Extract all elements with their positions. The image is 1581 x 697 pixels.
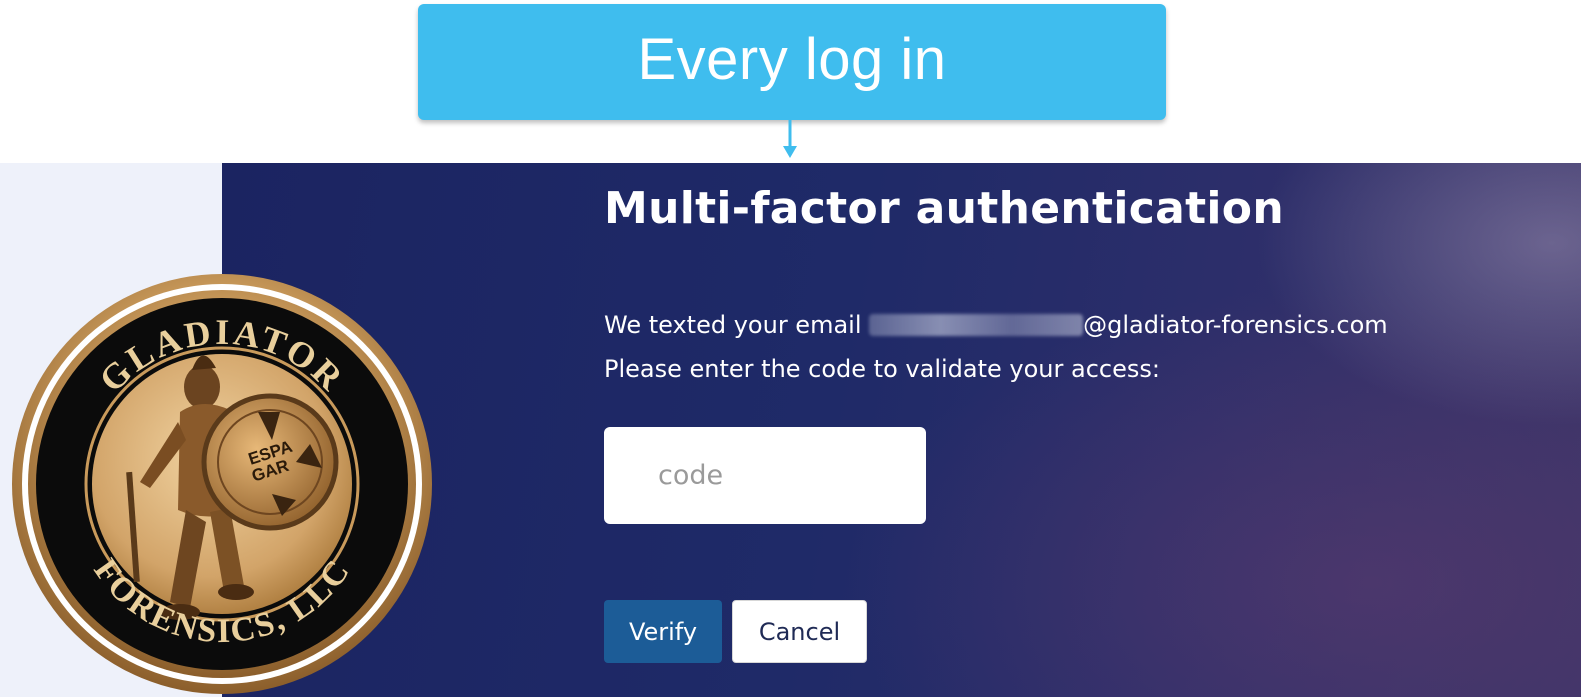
verify-button[interactable]: Verify	[604, 600, 722, 663]
mfa-instruction-email: We texted your email @gladiator-forensic…	[604, 311, 1388, 339]
mfa-title: Multi-factor authentication	[604, 183, 1284, 234]
callout-text: Every log in	[637, 26, 947, 92]
callout-arrow-icon	[783, 120, 797, 158]
callout-banner: Every log in	[418, 4, 1166, 120]
mfa-instruction-code: Please enter the code to validate your a…	[604, 355, 1160, 383]
code-input[interactable]	[604, 427, 926, 524]
gladiator-seal-logo-icon: ESPA GAR GLADIATOR FORENSICS, LLC	[12, 274, 432, 694]
mfa-instruction-prefix: We texted your email	[604, 311, 870, 339]
cancel-button[interactable]: Cancel	[732, 600, 867, 663]
email-redacted-blur	[869, 314, 1084, 336]
slide: Every log in Multi-factor authentication…	[0, 0, 1581, 697]
shield-icon: ESPA GAR	[201, 393, 339, 531]
email-domain: @gladiator-forensics.com	[1083, 311, 1388, 339]
